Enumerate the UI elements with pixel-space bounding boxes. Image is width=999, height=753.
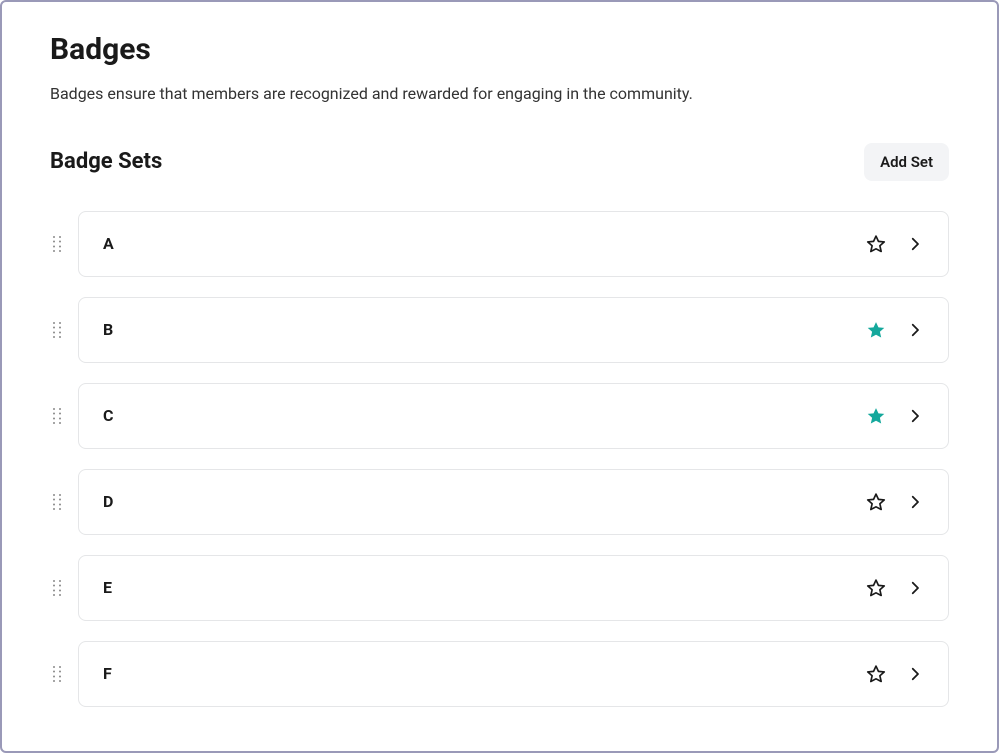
star-filled-icon[interactable]	[866, 406, 886, 426]
badge-set-row: E	[50, 555, 949, 621]
badge-set-name: D	[103, 492, 113, 511]
badge-set-row: F	[50, 641, 949, 707]
drag-handle-icon[interactable]	[50, 407, 64, 425]
badge-set-row: A	[50, 211, 949, 277]
badge-set-name: C	[103, 406, 113, 425]
chevron-right-icon[interactable]	[906, 493, 924, 511]
badge-set-card[interactable]: D	[78, 469, 949, 535]
badge-set-card[interactable]: B	[78, 297, 949, 363]
star-outline-icon[interactable]	[866, 492, 886, 512]
drag-handle-icon[interactable]	[50, 493, 64, 511]
badge-set-card[interactable]: F	[78, 641, 949, 707]
badge-set-actions	[866, 492, 924, 512]
chevron-right-icon[interactable]	[906, 235, 924, 253]
badge-set-name: E	[103, 578, 112, 597]
star-outline-icon[interactable]	[866, 578, 886, 598]
badge-set-card[interactable]: A	[78, 211, 949, 277]
star-outline-icon[interactable]	[866, 664, 886, 684]
badge-set-name: F	[103, 664, 112, 683]
badge-set-card[interactable]: E	[78, 555, 949, 621]
badge-set-actions	[866, 664, 924, 684]
chevron-right-icon[interactable]	[906, 579, 924, 597]
add-set-button[interactable]: Add Set	[864, 143, 949, 181]
page-title: Badges	[50, 32, 949, 67]
chevron-right-icon[interactable]	[906, 321, 924, 339]
badge-set-row: B	[50, 297, 949, 363]
badge-set-row: C	[50, 383, 949, 449]
badge-set-actions	[866, 578, 924, 598]
drag-handle-icon[interactable]	[50, 665, 64, 683]
page-subtitle: Badges ensure that members are recognize…	[50, 81, 949, 107]
chevron-right-icon[interactable]	[906, 407, 924, 425]
star-filled-icon[interactable]	[866, 320, 886, 340]
badge-set-actions	[866, 234, 924, 254]
chevron-right-icon[interactable]	[906, 665, 924, 683]
badge-set-actions	[866, 406, 924, 426]
drag-handle-icon[interactable]	[50, 235, 64, 253]
drag-handle-icon[interactable]	[50, 579, 64, 597]
badge-set-name: B	[103, 320, 113, 339]
badge-set-name: A	[103, 234, 114, 253]
drag-handle-icon[interactable]	[50, 321, 64, 339]
section-title: Badge Sets	[50, 149, 162, 174]
star-outline-icon[interactable]	[866, 234, 886, 254]
badge-set-row: D	[50, 469, 949, 535]
badge-set-card[interactable]: C	[78, 383, 949, 449]
badge-set-actions	[866, 320, 924, 340]
